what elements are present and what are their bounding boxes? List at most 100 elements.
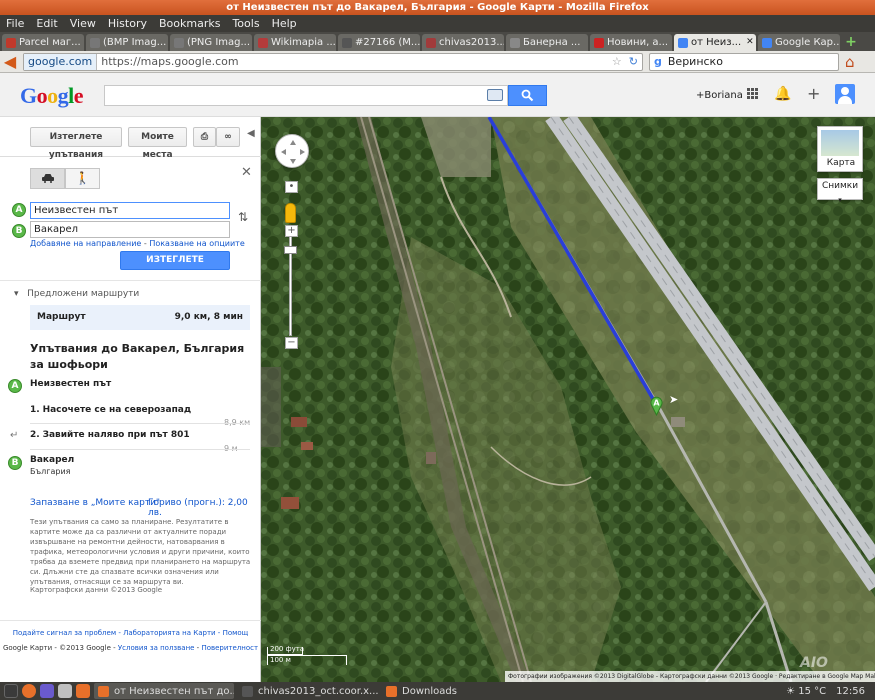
tab-bar: Parcel маг... (BMP Imag... (PNG Imag... Wik… [0,32,875,51]
end-location-input[interactable]: Вакарел [30,221,230,238]
get-directions-tab-button[interactable]: Изтеглете упътвания [30,127,122,160]
menu-edit[interactable]: Edit [30,17,63,30]
menu-bookmarks[interactable]: Bookmarks [153,17,226,30]
close-icon[interactable]: ✕ [241,165,252,180]
destination-country: България [30,467,71,476]
search-icon [521,89,534,102]
scale-meters-label: 100 м [270,656,291,664]
help-link[interactable]: Помощ [223,629,249,637]
menu-help[interactable]: Help [266,17,303,30]
browser-tab[interactable]: chivas2013... [422,34,504,51]
footer-brand: Google Карти - ©2013 Google [2,644,111,652]
watermark-logo: AIO [800,655,828,671]
route-option[interactable]: Маршрут 9,0 км, 8 мин [30,305,250,330]
route-start-marker-icon[interactable]: A [650,396,663,416]
swap-locations-icon[interactable]: ⇅ [238,210,248,224]
clock[interactable]: 12:56 [836,686,865,697]
site-identity[interactable]: google.com [24,53,98,70]
back-button[interactable]: ◀ [0,52,20,72]
link-icon[interactable]: ∞ [216,127,240,147]
divider [30,423,250,424]
launcher-icon[interactable] [76,684,90,698]
taskbar-windows: от Неизвестен път до... chivas2013_oct.co… [90,683,462,699]
browser-tab[interactable]: Новини, а... [590,34,672,51]
imagery-layer-button[interactable]: Снимки ▾ [817,178,863,204]
print-icon[interactable]: ⎙ [193,127,216,147]
fuel-estimate-link[interactable]: Гориво (прогн.): 2,00 лв. [148,498,260,518]
window-app-icon [98,685,109,697]
suggested-routes-header[interactable]: ▾ Предложени маршрути [14,289,139,299]
avatar[interactable] [835,84,855,104]
add-destination-link[interactable]: Добавяне на направление [30,239,141,248]
launcher-icon[interactable] [58,684,72,698]
user-name-link[interactable]: +Boriana [696,90,743,101]
zoom-slider-thumb[interactable] [284,246,297,254]
tab-favicon-icon [258,37,268,48]
google-header: Google +Boriana 🔔 + [0,73,875,117]
new-tab-button[interactable]: + [842,34,860,51]
google-logo[interactable]: Google [20,83,84,109]
get-directions-button[interactable]: ИЗТЕГЛЕТЕ УПЪТВАНИЯ [120,251,230,282]
show-options-link[interactable]: Показване на опциите [149,239,244,248]
maps-labs-link[interactable]: Лабораторията на Карти [123,629,215,637]
notifications-bell-icon[interactable]: 🔔 [774,86,791,102]
car-mode-icon[interactable] [30,168,65,189]
browser-tab[interactable]: Google Кар... [758,34,840,51]
pan-control[interactable] [275,134,309,168]
privacy-link[interactable]: Поверителност [201,644,258,652]
collapse-panel-icon[interactable]: ◀ [247,128,255,139]
save-to-my-maps-link[interactable]: Запазване в „Моите карти" [30,498,160,508]
direction-step[interactable]: 1. Насочете се на северозапад [30,405,191,415]
search-bar-value[interactable]: Веринско [668,55,723,68]
maps-search-button[interactable] [508,85,547,106]
taskbar-window-item[interactable]: Downloads [382,683,462,699]
zoom-out-button[interactable]: − [285,337,298,349]
zoom-pin-icon[interactable]: • [285,181,298,193]
browser-tab[interactable]: Wikimapia ... [254,34,336,51]
map-type-widget[interactable]: Карта [817,126,863,172]
satellite-imagery[interactable] [261,117,875,682]
browser-tab[interactable]: Банерна ... [506,34,588,51]
start-location-input[interactable]: Неизвестен път [30,202,230,219]
show-desktop-icon[interactable] [4,684,18,698]
taskbar-window-label: chivas2013_oct.coor.x... [258,685,378,697]
map-type-label: Карта [826,158,856,168]
browser-tab[interactable]: (BMP Imag... [86,34,168,51]
browser-tab[interactable]: от Неиз... ✕ [674,34,756,51]
my-places-button[interactable]: Моите места [128,127,187,160]
search-bar[interactable]: g Веринско [649,52,839,71]
menu-view[interactable]: View [64,17,102,30]
maps-search-input[interactable] [104,85,508,106]
search-engine-icon[interactable]: g [654,55,662,68]
direction-step[interactable]: 2. Завийте наляво при път 801 [30,430,190,440]
browser-tab[interactable]: Parcel маг... [2,34,84,51]
walking-mode-icon[interactable]: 🚶 [65,168,100,189]
url-text[interactable]: https://maps.google.com [97,55,609,68]
taskbar-window-item[interactable]: chivas2013_oct.coor.x... [238,683,378,699]
tab-close-icon[interactable]: ✕ [746,34,754,51]
home-icon[interactable]: ⌂ [845,53,855,71]
tab-label: Банерна ... [523,37,581,48]
firefox-launcher-icon[interactable] [22,684,36,698]
weather-temperature[interactable]: ☀ 15 °C [786,686,826,697]
menu-history[interactable]: History [102,17,153,30]
menu-file[interactable]: File [0,17,30,30]
tab-label: chivas2013... [439,37,504,48]
apps-grid-icon[interactable] [747,88,759,100]
report-problem-link[interactable]: Подайте сигнал за проблем [13,629,116,637]
taskbar-window-item[interactable]: от Неизвестен път до... [94,683,234,699]
menu-tools[interactable]: Tools [226,17,265,30]
terms-link[interactable]: Условия за ползване [118,644,195,652]
keyboard-icon[interactable] [487,89,503,101]
url-bar[interactable]: google.com https://maps.google.com ☆ ↻ [23,52,643,71]
reload-icon[interactable]: ↻ [625,55,642,68]
satellite-map[interactable]: A ➤ [261,117,875,682]
share-plus-icon[interactable]: + [807,84,820,103]
svg-text:A: A [653,399,660,408]
map-data-credit: Картографски данни ©2013 Google [30,586,163,594]
browser-tab[interactable]: (PNG Imag... [170,34,252,51]
bookmark-star-icon[interactable]: ☆ [609,55,625,68]
launcher-icon[interactable] [40,684,54,698]
street-view-pegman-icon[interactable] [285,203,296,223]
browser-tab[interactable]: #27166 (M... [338,34,420,51]
